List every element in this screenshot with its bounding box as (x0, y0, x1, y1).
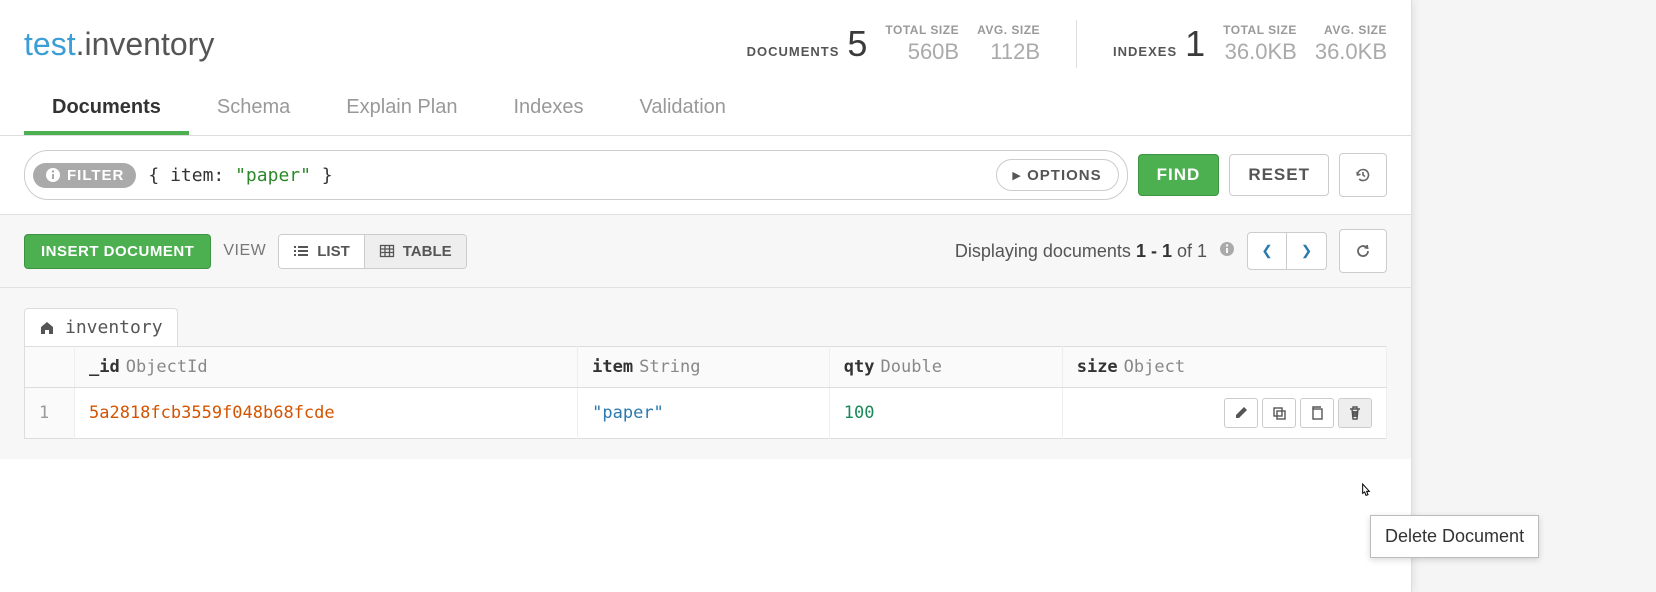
reset-button[interactable]: RESET (1229, 154, 1329, 196)
pencil-icon (1233, 405, 1249, 421)
tab-validation[interactable]: Validation (612, 84, 754, 135)
indexes-count: 1 (1185, 23, 1205, 65)
refresh-button[interactable] (1339, 229, 1387, 273)
info-icon (45, 167, 61, 183)
filter-bar: FILTER { item: "paper" } ▸ OPTIONS FIND … (0, 136, 1411, 215)
row-number: 1 (25, 388, 75, 439)
filter-pill: FILTER (33, 163, 136, 188)
documents-count: 5 (847, 23, 867, 65)
cell-qty: 100 (844, 403, 875, 423)
col-qty[interactable]: qtyDouble (829, 347, 1062, 388)
tab-documents[interactable]: Documents (24, 84, 189, 135)
idx-avg-size-label: AVG. SIZE (1315, 23, 1387, 37)
cell-item: "paper" (592, 403, 664, 423)
doc-avg-size: 112B (977, 39, 1040, 65)
caret-right-icon: ▸ (1013, 166, 1022, 184)
refresh-icon (1355, 243, 1371, 259)
table-row[interactable]: 1 5a2818fcb3559f048b68fcde "paper" 100 (25, 388, 1387, 439)
pager: ❮ ❯ (1247, 232, 1327, 270)
trash-icon (1347, 405, 1363, 421)
clone-icon (1271, 405, 1287, 421)
tab-indexes[interactable]: Indexes (485, 84, 611, 135)
copy-document-button[interactable] (1300, 398, 1334, 428)
content: inventory _idObjectId itemString qtyDoub… (0, 288, 1411, 459)
history-button[interactable] (1339, 153, 1387, 197)
insert-document-button[interactable]: INSERT DOCUMENT (24, 234, 211, 269)
edit-document-button[interactable] (1224, 398, 1258, 428)
chevron-left-icon: ❮ (1261, 243, 1272, 259)
filter-input[interactable]: FILTER { item: "paper" } ▸ OPTIONS (24, 150, 1128, 200)
list-icon (293, 243, 309, 259)
collection-name: inventory (84, 26, 214, 62)
tabs: Documents Schema Explain Plan Indexes Va… (0, 84, 1411, 136)
indexes-label: INDEXES (1113, 44, 1177, 59)
delete-tooltip: Delete Document (1370, 515, 1539, 558)
home-icon (39, 320, 55, 336)
breadcrumb[interactable]: inventory (24, 308, 178, 346)
view-label: VIEW (223, 242, 266, 260)
col-id[interactable]: _idObjectId (75, 347, 578, 388)
next-page-button[interactable]: ❯ (1287, 232, 1327, 270)
namespace: test.inventory (24, 26, 214, 63)
info-icon[interactable] (1219, 241, 1235, 262)
history-icon (1355, 167, 1371, 183)
idx-total-size: 36.0KB (1223, 39, 1297, 65)
doc-avg-size-label: AVG. SIZE (977, 23, 1040, 37)
doc-total-size: 560B (885, 39, 959, 65)
tab-schema[interactable]: Schema (189, 84, 318, 135)
prev-page-button[interactable]: ❮ (1247, 232, 1287, 270)
stats: DOCUMENTS 5 TOTAL SIZE 560B AVG. SIZE 11… (747, 20, 1387, 68)
tab-explain-plan[interactable]: Explain Plan (318, 84, 485, 135)
copy-icon (1309, 405, 1325, 421)
cell-id: 5a2818fcb3559f048b68fcde (89, 403, 335, 423)
chevron-right-icon: ❯ (1301, 243, 1312, 259)
view-table-button[interactable]: TABLE (364, 235, 466, 268)
table-icon (379, 243, 395, 259)
options-button[interactable]: ▸ OPTIONS (996, 159, 1119, 191)
find-button[interactable]: FIND (1138, 154, 1220, 196)
database-name: test (24, 26, 76, 62)
view-list-button[interactable]: LIST (279, 235, 364, 268)
filter-query: { item: "paper" } (148, 165, 995, 186)
documents-table: _idObjectId itemString qtyDouble sizeObj… (24, 346, 1387, 439)
delete-document-button[interactable] (1338, 398, 1372, 428)
toolbar: INSERT DOCUMENT VIEW LIST TABLE Displayi… (0, 215, 1411, 288)
clone-document-button[interactable] (1262, 398, 1296, 428)
idx-avg-size: 36.0KB (1315, 39, 1387, 65)
view-toggle: LIST TABLE (278, 234, 466, 269)
documents-label: DOCUMENTS (747, 44, 840, 59)
idx-total-size-label: TOTAL SIZE (1223, 23, 1297, 37)
row-actions (1077, 398, 1372, 428)
doc-total-size-label: TOTAL SIZE (885, 23, 959, 37)
display-count: Displaying documents 1 - 1 of 1 (955, 241, 1207, 262)
col-item[interactable]: itemString (578, 347, 830, 388)
header: test.inventory DOCUMENTS 5 TOTAL SIZE 56… (0, 0, 1411, 84)
col-size[interactable]: sizeObject (1062, 347, 1386, 388)
